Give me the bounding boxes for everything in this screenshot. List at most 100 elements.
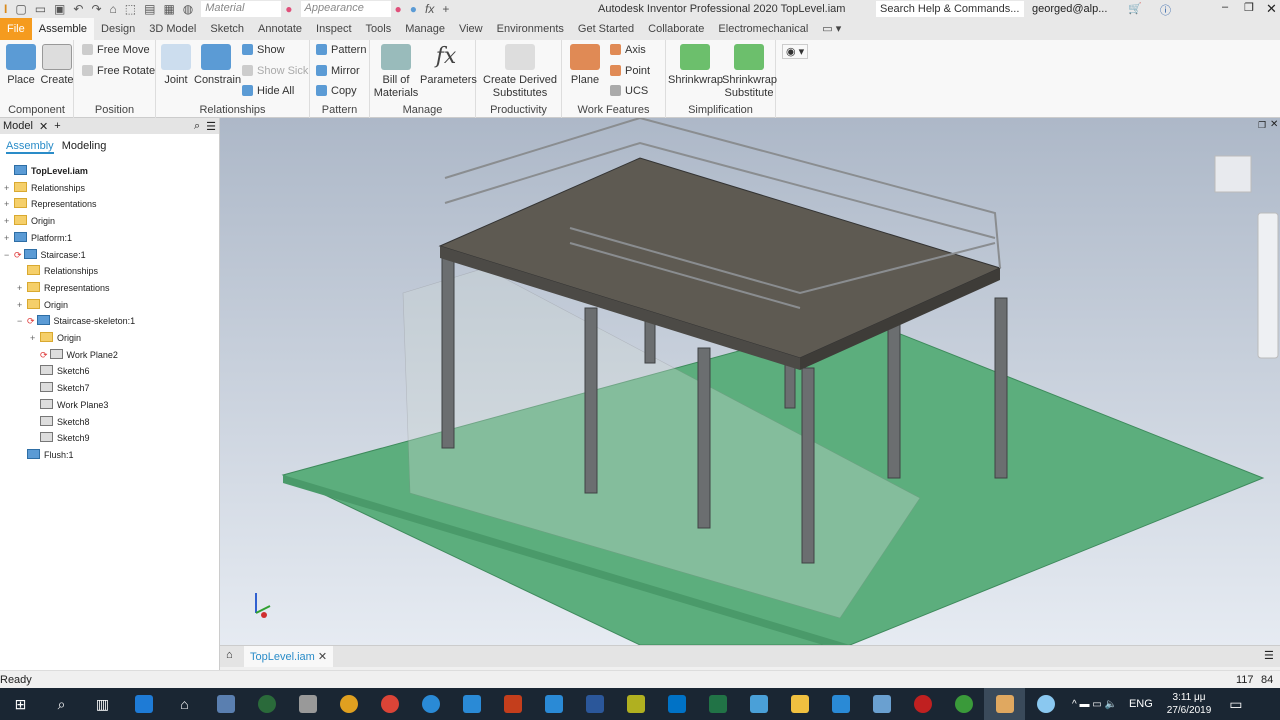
parameters-button[interactable]: fx Parameters — [420, 42, 477, 87]
graphics-viewport[interactable] — [220, 116, 1280, 653]
pattern-button[interactable]: Pattern — [316, 44, 366, 56]
tab-annotate[interactable]: Annotate — [251, 18, 309, 40]
app-icon[interactable] — [902, 688, 943, 720]
collapse-icon[interactable]: − — [17, 313, 27, 329]
tab-file[interactable]: File — [0, 18, 32, 40]
tray-icons[interactable]: ^ ▬ ▭ 🔈 — [1072, 699, 1117, 710]
word-icon[interactable] — [574, 688, 615, 720]
point-button[interactable]: Point — [610, 65, 650, 77]
measure-icon[interactable]: ▤ — [144, 2, 155, 16]
tree-node[interactable]: − ⟳ Staircase:1 — [4, 247, 86, 263]
tab-get-started[interactable]: Get Started — [571, 18, 641, 40]
home-app-icon[interactable]: ⌂ — [164, 688, 205, 720]
hide-all-button[interactable]: Hide All — [242, 85, 294, 97]
browser-title[interactable]: Model — [3, 120, 33, 132]
panel-label[interactable]: Simplification — [666, 104, 775, 116]
ie-icon[interactable] — [410, 688, 451, 720]
app-icon[interactable] — [328, 688, 369, 720]
task-view-icon[interactable]: ▥ — [82, 688, 123, 720]
expand-icon[interactable]: + — [17, 297, 27, 313]
close-view-icon[interactable]: ✕ — [1270, 119, 1278, 130]
outlook-icon[interactable] — [656, 688, 697, 720]
tab-assembly[interactable]: Assembly — [6, 140, 54, 154]
restore-button[interactable]: ❐ — [1244, 1, 1254, 14]
home-icon[interactable]: ⌂ — [226, 649, 233, 661]
plane-button[interactable]: Plane — [568, 42, 602, 87]
create-button[interactable]: Create — [40, 42, 74, 87]
home-icon[interactable]: ⌂ — [110, 2, 117, 16]
fx-icon[interactable]: fx — [425, 2, 434, 16]
app-icon[interactable] — [287, 688, 328, 720]
tree-node[interactable]: ⟳ Work Plane2 — [30, 347, 118, 363]
expand-icon[interactable]: + — [4, 196, 14, 212]
tree-node[interactable]: Sketch8 — [30, 414, 90, 430]
free-move-button[interactable]: Free Move — [82, 44, 150, 56]
mirror-button[interactable]: Mirror — [316, 65, 360, 77]
expand-icon[interactable]: + — [4, 180, 14, 196]
place-button[interactable]: Place — [4, 42, 38, 87]
panel-label[interactable]: Relationships — [156, 104, 309, 116]
app-icon[interactable] — [615, 688, 656, 720]
create-derived-substitutes-button[interactable]: Create Derived Substitutes — [480, 42, 560, 100]
material-select[interactable]: Material — [201, 1, 282, 17]
tree-node[interactable]: Work Plane3 — [30, 397, 108, 413]
panel-label[interactable]: Pattern — [310, 104, 369, 116]
tab-design[interactable]: Design — [94, 18, 142, 40]
expand-icon[interactable]: + — [17, 280, 27, 296]
tab-sketch[interactable]: Sketch — [203, 18, 251, 40]
tree-node[interactable]: + Origin — [17, 297, 68, 313]
navigation-bar[interactable] — [1257, 212, 1279, 359]
search-input[interactable]: Search Help & Commands... — [876, 1, 1024, 17]
panel-label[interactable]: Manage — [370, 104, 475, 116]
collapse-icon[interactable]: − — [4, 247, 14, 263]
panel-label[interactable]: Position — [74, 104, 155, 116]
properties-icon[interactable]: ▦ — [163, 2, 174, 16]
tree-node[interactable]: + Relationships — [4, 180, 85, 196]
tree-node[interactable]: TopLevel.iam — [4, 163, 88, 179]
tab-collaborate[interactable]: Collaborate — [641, 18, 711, 40]
excel-icon[interactable] — [697, 688, 738, 720]
inventor-logo-icon[interactable]: I — [4, 2, 7, 16]
tab-view[interactable]: View — [452, 18, 490, 40]
free-rotate-button[interactable]: Free Rotate — [82, 65, 155, 77]
select-icon[interactable]: ⬚ — [125, 2, 136, 16]
plus-icon[interactable]: + — [442, 2, 449, 16]
appearance-select[interactable]: Appearance — [300, 1, 391, 17]
axis-button[interactable]: Axis — [610, 44, 646, 56]
adjust-icon[interactable]: ● — [395, 2, 402, 16]
show-button[interactable]: Show — [242, 44, 285, 56]
search-icon[interactable]: ⌕ — [194, 120, 200, 132]
chrome-icon[interactable] — [369, 688, 410, 720]
language-indicator[interactable]: ENG — [1129, 698, 1153, 710]
app-icon[interactable] — [246, 688, 287, 720]
ribbon-toggle-icon[interactable]: ▭ ▾ — [815, 18, 848, 40]
inventor-taskbar-icon[interactable] — [984, 688, 1025, 720]
tree-node[interactable]: Flush:1 — [17, 447, 74, 463]
tree-node[interactable]: + Platform:1 — [4, 230, 72, 246]
tab-electromechanical[interactable]: Electromechanical — [711, 18, 815, 40]
close-button[interactable]: ✕ — [1266, 1, 1277, 17]
help-icon[interactable]: ⓘ — [1160, 2, 1171, 18]
tree-node[interactable]: + Origin — [30, 330, 81, 346]
open-icon[interactable]: ▭ — [35, 2, 46, 16]
start-button[interactable]: ⊞ — [0, 688, 41, 720]
cart-icon[interactable]: 🛒 — [1128, 2, 1142, 15]
tab-3d-model[interactable]: 3D Model — [142, 18, 203, 40]
app-icon[interactable] — [205, 688, 246, 720]
expand-icon[interactable]: + — [4, 213, 14, 229]
clock[interactable]: 3:11 μμ 27/6/2019 — [1167, 691, 1212, 717]
tree-node[interactable]: + Representations — [4, 196, 97, 212]
copy-button[interactable]: Copy — [316, 85, 357, 97]
app-icon[interactable] — [533, 688, 574, 720]
tree-node[interactable]: Sketch9 — [30, 430, 90, 446]
store-icon[interactable] — [451, 688, 492, 720]
notifications-icon[interactable]: ▭ — [1229, 696, 1242, 713]
constrain-button[interactable]: Constrain — [194, 42, 241, 87]
tree-node[interactable]: + Origin — [4, 213, 55, 229]
menu-icon[interactable]: ☰ — [1264, 649, 1274, 662]
tree-node[interactable]: + Representations — [17, 280, 110, 296]
doc-tab-toplevel[interactable]: TopLevel.iam ✕ — [244, 646, 334, 667]
maximize-view-icon[interactable]: ❐ — [1258, 120, 1266, 131]
material-ball-icon[interactable]: ◍ — [183, 2, 193, 16]
tab-tools[interactable]: Tools — [359, 18, 399, 40]
